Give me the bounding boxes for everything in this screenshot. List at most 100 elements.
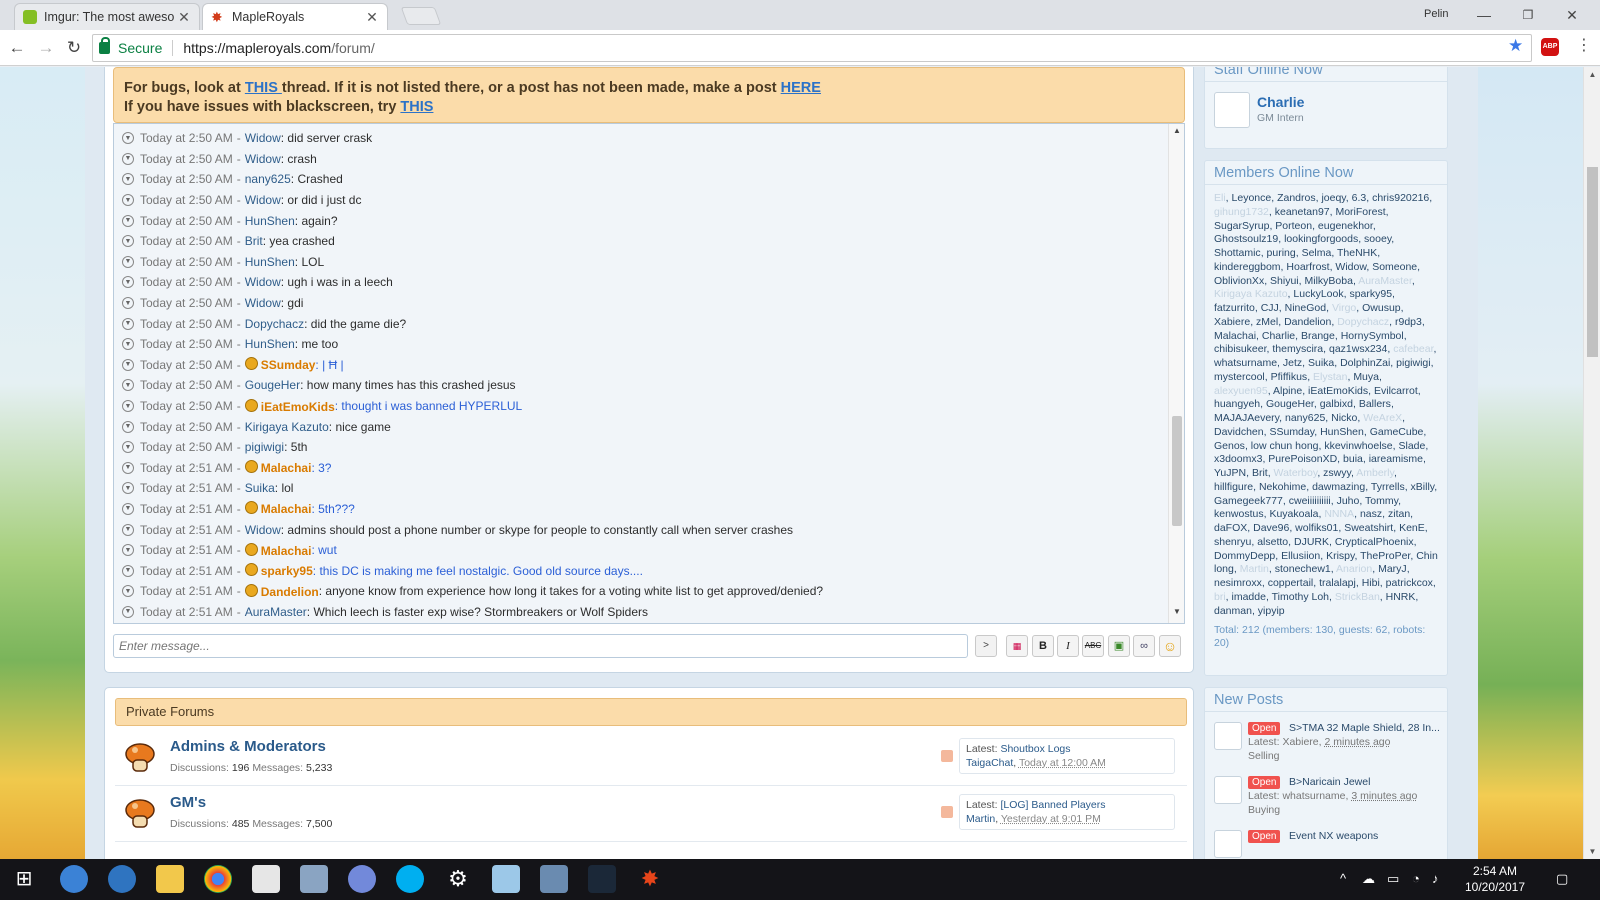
member-link[interactable]: qaz1wsx234 bbox=[1329, 343, 1387, 355]
scroll-up-icon[interactable]: ▲ bbox=[1169, 126, 1184, 140]
avatar[interactable] bbox=[1214, 830, 1242, 858]
italic-button[interactable]: I bbox=[1057, 635, 1079, 657]
member-link[interactable]: Martin bbox=[1240, 563, 1269, 575]
member-link[interactable]: StrickBan bbox=[1335, 591, 1380, 603]
member-link[interactable]: GougeHer bbox=[1266, 398, 1314, 410]
member-link[interactable]: kenwostus bbox=[1214, 508, 1264, 520]
member-link[interactable]: Waterboy bbox=[1274, 467, 1318, 479]
browser-menu-icon[interactable]: ⋮ bbox=[1576, 37, 1592, 55]
member-link[interactable]: imadde bbox=[1232, 591, 1266, 603]
member-link[interactable]: cweiiiiiiiiii bbox=[1289, 495, 1331, 507]
member-link[interactable]: Genos bbox=[1214, 440, 1245, 452]
member-link[interactable]: patrickcox bbox=[1386, 577, 1433, 589]
strikethrough-button[interactable]: ABC bbox=[1082, 635, 1104, 657]
staff-name-link[interactable]: Charlie bbox=[1257, 94, 1304, 110]
image-icon[interactable]: ▣ bbox=[1108, 635, 1130, 657]
app-icon[interactable] bbox=[60, 865, 88, 893]
member-link[interactable]: Brange bbox=[1301, 330, 1335, 342]
latest-user-link[interactable]: TaigaChat bbox=[966, 757, 1013, 769]
tab-imgur[interactable]: Imgur: The most aweso ✕ bbox=[14, 3, 200, 30]
member-link[interactable]: Brit bbox=[1252, 467, 1268, 479]
chevron-down-icon[interactable]: ▼ bbox=[122, 297, 134, 310]
app-icon[interactable] bbox=[108, 865, 136, 893]
member-link[interactable]: SugarSyrup bbox=[1214, 220, 1269, 232]
cloud-icon[interactable]: ☁ bbox=[1362, 871, 1375, 887]
wifi-icon[interactable]: ◔ bbox=[1412, 871, 1420, 886]
new-post-item[interactable]: Open Event NX weapons bbox=[1214, 830, 1446, 859]
member-link[interactable]: Charlie bbox=[1262, 330, 1295, 342]
message-input[interactable] bbox=[113, 634, 968, 658]
bold-button[interactable]: B bbox=[1032, 635, 1054, 657]
avatar[interactable] bbox=[1214, 722, 1242, 750]
message-user-link[interactable]: Widow bbox=[245, 193, 281, 207]
calculator-icon[interactable] bbox=[252, 865, 280, 893]
member-link[interactable]: whatsurname bbox=[1214, 357, 1277, 369]
member-link[interactable]: zitan bbox=[1388, 508, 1410, 520]
member-link[interactable]: Amberly bbox=[1356, 467, 1394, 479]
member-link[interactable]: x3doomx3 bbox=[1214, 453, 1262, 465]
chevron-down-icon[interactable]: ▼ bbox=[122, 173, 134, 186]
member-link[interactable]: mystercool bbox=[1214, 371, 1265, 383]
member-link[interactable]: DommyDepp bbox=[1214, 550, 1275, 562]
chrome-icon[interactable] bbox=[204, 865, 232, 893]
message-user-link[interactable]: Dandelion bbox=[245, 584, 319, 599]
member-link[interactable]: Muya bbox=[1353, 371, 1379, 383]
member-link[interactable]: PurePoisonXD bbox=[1268, 453, 1337, 465]
file-explorer-icon[interactable] bbox=[156, 865, 184, 893]
message-user-link[interactable]: HunShen bbox=[245, 337, 295, 351]
member-link[interactable]: Gamegeek777 bbox=[1214, 495, 1283, 507]
member-link[interactable]: puring bbox=[1267, 247, 1296, 259]
member-link[interactable]: tralalapj bbox=[1319, 577, 1356, 589]
member-link[interactable]: MaryJ bbox=[1378, 563, 1407, 575]
member-link[interactable]: iEatEmoKids bbox=[1308, 385, 1368, 397]
member-link[interactable]: YuJPN bbox=[1214, 467, 1246, 479]
member-link[interactable]: sooey bbox=[1364, 233, 1391, 245]
member-link[interactable]: nany625 bbox=[1285, 412, 1325, 424]
scroll-down-icon[interactable]: ▼ bbox=[1584, 847, 1600, 856]
chevron-down-icon[interactable]: ▼ bbox=[122, 194, 134, 207]
chevron-down-icon[interactable]: ▼ bbox=[122, 132, 134, 145]
app-icon[interactable] bbox=[492, 865, 520, 893]
member-link[interactable]: chris920216 bbox=[1372, 192, 1429, 204]
member-link[interactable]: zswyy bbox=[1323, 467, 1351, 479]
chevron-down-icon[interactable]: ▼ bbox=[122, 420, 134, 433]
new-post-title-link[interactable]: B>Naricain Jewel bbox=[1289, 776, 1447, 788]
maple-leaf-app-icon[interactable]: ✸ bbox=[636, 865, 664, 893]
member-link[interactable]: Ellusiion bbox=[1281, 550, 1320, 562]
close-tab-icon[interactable]: ✕ bbox=[177, 9, 191, 26]
chevron-down-icon[interactable]: ▼ bbox=[122, 502, 134, 515]
bookmark-star-icon[interactable]: ★ bbox=[1508, 36, 1523, 56]
member-link[interactable]: low chun hong bbox=[1251, 440, 1319, 452]
member-link[interactable]: coppertail bbox=[1268, 577, 1314, 589]
reload-icon[interactable]: ↻ bbox=[64, 38, 84, 58]
message-user-link[interactable]: Widow bbox=[245, 523, 281, 537]
member-link[interactable]: gihung1732 bbox=[1214, 206, 1269, 218]
member-link[interactable]: Jetz bbox=[1283, 357, 1302, 369]
latest-thread-link[interactable]: [LOG] Banned Players bbox=[1000, 799, 1105, 811]
member-link[interactable]: Porteon bbox=[1275, 220, 1312, 232]
member-link[interactable]: Anarion bbox=[1336, 563, 1372, 575]
member-link[interactable]: LuckyLook bbox=[1293, 288, 1343, 300]
new-tab-button[interactable] bbox=[400, 7, 442, 25]
member-link[interactable]: Zandros bbox=[1277, 192, 1316, 204]
message-user-link[interactable]: HunShen bbox=[245, 255, 295, 269]
chevron-down-icon[interactable]: ▼ bbox=[122, 461, 134, 474]
member-link[interactable]: yipyip bbox=[1258, 605, 1285, 617]
scroll-down-icon[interactable]: ▼ bbox=[1169, 607, 1184, 621]
back-arrow-icon[interactable]: ← bbox=[7, 38, 27, 58]
app-icon[interactable] bbox=[300, 865, 328, 893]
member-link[interactable]: themyscira bbox=[1272, 343, 1323, 355]
discord-icon[interactable] bbox=[348, 865, 376, 893]
message-user-link[interactable]: Suika bbox=[245, 481, 275, 495]
message-user-link[interactable]: HunShen bbox=[245, 214, 295, 228]
message-user-link[interactable]: Widow bbox=[245, 152, 281, 166]
message-user-link[interactable]: Malachai bbox=[245, 501, 312, 516]
member-link[interactable]: Ballers bbox=[1359, 398, 1391, 410]
message-user-link[interactable]: nany625 bbox=[245, 172, 291, 186]
member-link[interactable]: Nicko bbox=[1331, 412, 1357, 424]
windows-start-icon[interactable]: ⊞ bbox=[10, 865, 38, 893]
member-link[interactable]: Evilcarrot bbox=[1374, 385, 1418, 397]
color-picker-icon[interactable]: ▦ bbox=[1006, 635, 1028, 657]
steam-icon[interactable] bbox=[588, 865, 616, 893]
close-window-icon[interactable]: ✕ bbox=[1550, 4, 1594, 26]
